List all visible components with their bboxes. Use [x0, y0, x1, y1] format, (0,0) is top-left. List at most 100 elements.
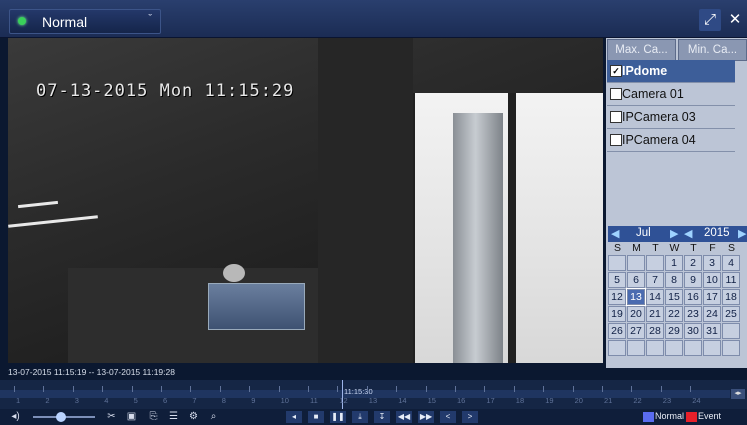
video-camera-object	[223, 264, 245, 282]
zoom-icon[interactable]: ⌕	[206, 410, 221, 423]
timeline-tick	[396, 386, 398, 392]
timeline-bar[interactable]: 11:15:30 ◂▸ 1 2 3 4 5 6 7 8 9 10 11 12 13 14 15 16 17 18 1…	[0, 380, 747, 409]
timeline-tick	[513, 386, 515, 392]
calendar-day[interactable]: 29	[665, 323, 683, 339]
timeline-tick	[484, 386, 486, 392]
video-building	[453, 113, 503, 363]
previous-day-button[interactable]: <	[440, 411, 456, 423]
gear-icon[interactable]: ⚙	[186, 410, 201, 423]
fast-forward-button[interactable]: ▶▶	[418, 411, 434, 423]
calendar-day[interactable]: 6	[627, 272, 645, 288]
mode-dropdown-label: Normal	[42, 14, 88, 30]
calendar-empty-cell	[722, 340, 740, 356]
timeline-hour-label: 22	[633, 396, 642, 405]
calendar-grid: 1 2 3 4 5 6 7 8 9 10 11 12 13 14 15 16 17 18 19 20 21 22 23 24 2…	[608, 255, 747, 357]
prev-month-icon[interactable]: ◀	[611, 227, 619, 240]
timeline-zoom-button[interactable]: ◂▸	[731, 389, 745, 399]
timeline-hour-label: 3	[74, 396, 79, 405]
next-month-icon[interactable]: ▶	[670, 227, 678, 240]
calendar-day[interactable]: 15	[665, 289, 683, 305]
calendar-day[interactable]: 14	[646, 289, 664, 305]
calendar-day[interactable]: 19	[608, 306, 626, 322]
calendar-day[interactable]: 7	[646, 272, 664, 288]
calendar-empty-cell	[627, 340, 645, 356]
stop-button[interactable]: ■	[308, 411, 324, 423]
calendar-year[interactable]: 2015	[704, 227, 730, 239]
weekday-label: S	[613, 242, 621, 254]
snapshot-icon[interactable]: ▣	[124, 410, 139, 423]
pause-button[interactable]: ❚❚	[330, 411, 346, 423]
prev-year-icon[interactable]: ◀	[684, 227, 692, 240]
calendar-month[interactable]: Jul	[636, 227, 651, 239]
step-forward-button[interactable]: ↧	[374, 411, 390, 423]
tag-icon[interactable]: ⎘	[146, 410, 161, 423]
calendar-day[interactable]: 9	[684, 272, 702, 288]
calendar-day[interactable]: 28	[646, 323, 664, 339]
next-day-button[interactable]: >	[462, 411, 478, 423]
calendar-day[interactable]: 2	[684, 255, 702, 271]
calendar-day[interactable]: 5	[608, 272, 626, 288]
volume-icon[interactable]: ◂)	[8, 410, 23, 423]
calendar-day[interactable]: 31	[703, 323, 721, 339]
checkbox[interactable]: ✓	[610, 65, 622, 77]
calendar-day[interactable]: 21	[646, 306, 664, 322]
step-back-button[interactable]: ⤓	[352, 411, 368, 423]
video-playback-view[interactable]: 07-13-2015 Mon 11:15:29	[8, 38, 603, 363]
camera-item-ipcamera-03[interactable]: IPCamera 03	[607, 106, 735, 129]
timeline-hour-label: 24	[692, 396, 701, 405]
max-camera-button[interactable]: Max. Ca...	[607, 39, 676, 61]
calendar-day[interactable]: 3	[703, 255, 721, 271]
min-camera-button[interactable]: Min. Ca...	[678, 39, 747, 61]
calendar-day[interactable]: 13	[626, 288, 646, 306]
mode-dropdown[interactable]: Normal ˇ	[9, 9, 161, 34]
clip-icon[interactable]: ✂	[104, 410, 119, 423]
reverse-play-button[interactable]: ◂	[286, 411, 302, 423]
calendar-day[interactable]: 11	[722, 272, 740, 288]
timeline-tick	[72, 386, 74, 392]
weekday-label: T	[652, 242, 659, 254]
calendar-empty-cell	[722, 323, 740, 339]
video-device	[208, 283, 305, 330]
checkbox[interactable]	[610, 111, 622, 123]
checkbox[interactable]	[610, 134, 622, 146]
calendar-day[interactable]: 20	[627, 306, 645, 322]
calendar-header: ◀ Jul ▶ ◀ 2015 ▶	[608, 226, 747, 242]
calendar-day[interactable]: 27	[627, 323, 645, 339]
volume-slider-knob[interactable]	[55, 412, 66, 422]
calendar-day[interactable]: 18	[722, 289, 740, 305]
calendar-day[interactable]: 17	[703, 289, 721, 305]
list-icon[interactable]: ☰	[166, 410, 181, 423]
calendar-day[interactable]: 10	[703, 272, 721, 288]
checkbox[interactable]	[610, 88, 622, 100]
timeline-tick	[631, 386, 633, 392]
calendar-empty-cell	[608, 340, 626, 356]
timeline-hour-label: 23	[662, 396, 672, 405]
camera-item-camera-01[interactable]: Camera 01	[607, 83, 735, 106]
camera-item-label: Camera 01	[622, 87, 684, 101]
calendar-day[interactable]: 16	[684, 289, 702, 305]
fullscreen-button[interactable]: ⤢	[699, 9, 721, 31]
close-button[interactable]: ✕	[724, 9, 746, 31]
calendar-day[interactable]: 23	[684, 306, 702, 322]
calendar-day[interactable]: 8	[665, 272, 683, 288]
calendar-day[interactable]: 26	[608, 323, 626, 339]
calendar-day[interactable]: 1	[665, 255, 683, 271]
timeline-tick	[455, 386, 456, 392]
slow-forward-button[interactable]: ◀◀	[396, 411, 412, 423]
calendar-day[interactable]: 25	[722, 306, 740, 322]
calendar-day[interactable]: 24	[703, 306, 721, 322]
calendar-day[interactable]: 22	[665, 306, 683, 322]
calendar-day[interactable]: 4	[722, 255, 740, 271]
next-year-icon[interactable]: ▶	[738, 227, 746, 240]
timeline-hour-label: 17	[486, 396, 495, 405]
video-window-frame	[508, 93, 516, 363]
calendar-empty-cell	[608, 255, 626, 271]
timeline-tick	[43, 386, 45, 392]
timeline-cursor-time: 11:15:30	[344, 387, 373, 396]
calendar-day[interactable]: 30	[684, 323, 702, 339]
camera-item-ipdome[interactable]: ✓ IPdome	[607, 60, 735, 83]
calendar-day[interactable]: 12	[608, 289, 626, 305]
timeline-tick	[219, 386, 221, 392]
camera-item-ipcamera-04[interactable]: IPCamera 04	[607, 129, 735, 152]
timeline-tick	[543, 386, 545, 392]
